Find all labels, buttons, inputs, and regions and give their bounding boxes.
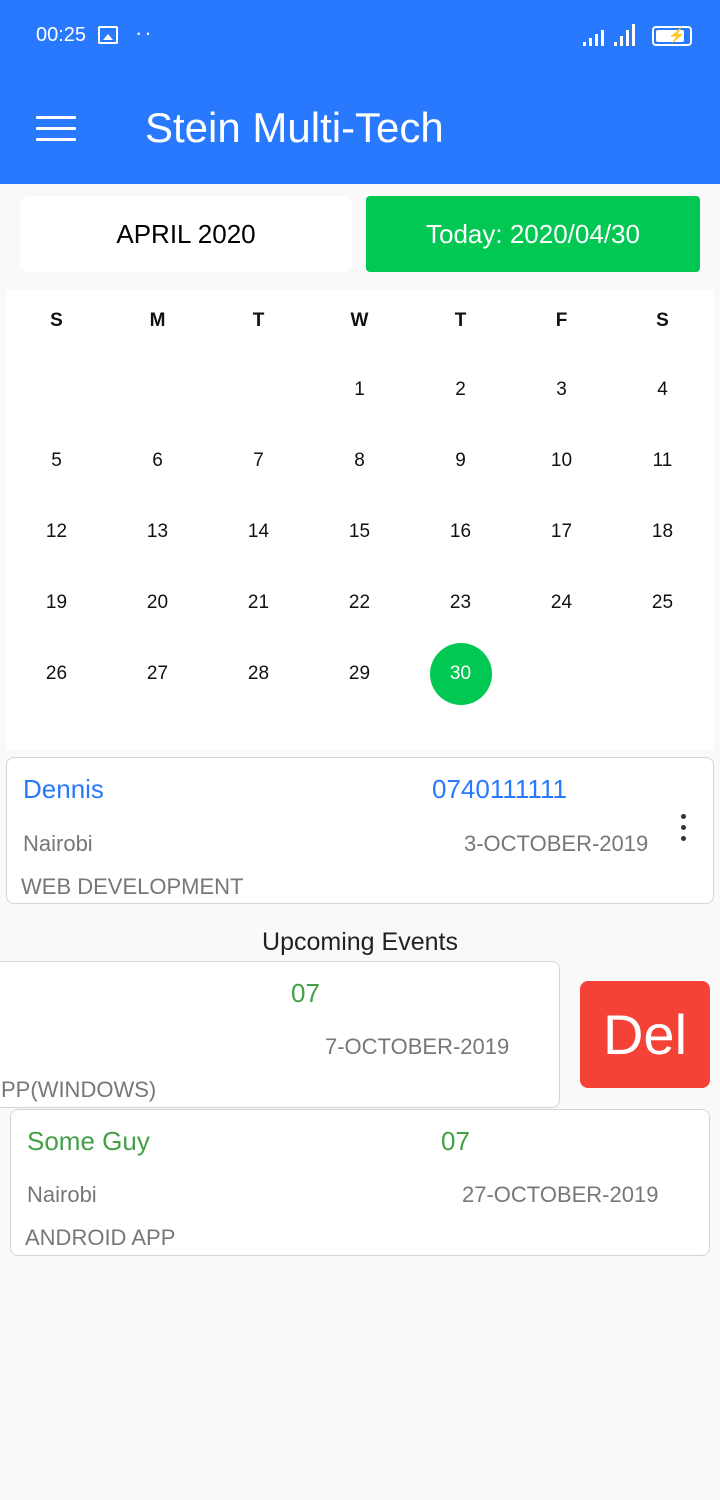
- client-location: Nairobi: [23, 831, 93, 856]
- event-location: Nairobi: [27, 1182, 97, 1207]
- client-name: Dennis: [23, 774, 104, 804]
- calendar-day[interactable]: 8: [329, 430, 391, 492]
- calendar-day[interactable]: 5: [26, 430, 88, 492]
- calendar-day[interactable]: 28: [228, 643, 290, 705]
- calendar-day[interactable]: 27: [127, 643, 189, 705]
- calendar-day[interactable]: 11: [632, 430, 694, 492]
- hamburger-menu-icon[interactable]: [36, 116, 76, 144]
- weekday-header: W: [350, 310, 369, 331]
- client-phone: 0740111111: [432, 774, 567, 804]
- calendar-day[interactable]: 18: [632, 501, 694, 563]
- calendar-day[interactable]: 20: [127, 572, 189, 634]
- calendar-day[interactable]: 25: [632, 572, 694, 634]
- weekday-header: S: [656, 310, 669, 331]
- calendar-day[interactable]: 15: [329, 501, 391, 563]
- battery-icon: ⚡: [652, 26, 692, 46]
- signal-2-icon: [614, 24, 635, 46]
- calendar-day[interactable]: 23: [430, 572, 492, 634]
- calendar-day[interactable]: 13: [127, 501, 189, 563]
- event-card[interactable]: 07 7-OCTOBER-2019 PP(WINDOWS): [0, 961, 560, 1108]
- weekday-header: S: [50, 310, 63, 331]
- event-card[interactable]: Some Guy 07 Nairobi 27-OCTOBER-2019 ANDR…: [10, 1109, 710, 1256]
- calendar-day[interactable]: 2: [430, 359, 492, 421]
- calendar-day[interactable]: 7: [228, 430, 290, 492]
- event-phone: 07: [441, 1126, 470, 1156]
- calendar-day[interactable]: 26: [26, 643, 88, 705]
- calendar-day[interactable]: 9: [430, 430, 492, 492]
- calendar-day[interactable]: 3: [531, 359, 593, 421]
- client-service: WEB DEVELOPMENT: [21, 874, 244, 899]
- more-notifications-icon: ··: [135, 20, 154, 45]
- event-date: 7-OCTOBER-2019: [325, 1034, 510, 1059]
- more-options-icon[interactable]: [678, 814, 688, 848]
- gallery-notification-icon: [98, 26, 118, 44]
- upcoming-events-title: Upcoming Events: [262, 928, 458, 956]
- calendar-day[interactable]: 4: [632, 359, 694, 421]
- calendar-day[interactable]: 29: [329, 643, 391, 705]
- client-card[interactable]: Dennis 0740111111 Nairobi 3-OCTOBER-2019…: [6, 757, 714, 904]
- signal-icon: [583, 30, 604, 46]
- calendar-day[interactable]: 16: [430, 501, 492, 563]
- today-button[interactable]: Today: 2020/04/30: [366, 196, 700, 272]
- calendar-day[interactable]: 19: [26, 572, 88, 634]
- event-service: PP(WINDOWS): [1, 1077, 157, 1102]
- calendar-day[interactable]: 6: [127, 430, 189, 492]
- weekday-header: F: [555, 310, 568, 331]
- weekday-header: T: [252, 310, 265, 331]
- weekday-header: T: [454, 310, 467, 331]
- event-name: Some Guy: [27, 1126, 150, 1156]
- calendar-grid: S M T W T F S 1 2 3 4 5 6 7 8 9 10 11 12 13 14 15 16 17 18 19 20 21…: [6, 290, 714, 750]
- app-title: Stein Multi-Tech: [145, 104, 444, 151]
- calendar-day[interactable]: 21: [228, 572, 290, 634]
- status-time: 00:25: [36, 24, 87, 46]
- event-phone: 07: [291, 978, 320, 1008]
- event-date: 27-OCTOBER-2019: [462, 1182, 659, 1207]
- weekday-header: M: [149, 310, 166, 331]
- calendar-day[interactable]: 17: [531, 501, 593, 563]
- month-label: APRIL 2020: [20, 196, 352, 272]
- calendar-day[interactable]: 12: [26, 501, 88, 563]
- calendar-day[interactable]: 14: [228, 501, 290, 563]
- delete-button[interactable]: Del: [580, 981, 710, 1088]
- event-service: ANDROID APP: [25, 1225, 176, 1250]
- calendar-day-selected[interactable]: 30: [429, 643, 492, 705]
- client-date: 3-OCTOBER-2019: [464, 831, 649, 856]
- calendar-day[interactable]: 22: [329, 572, 391, 634]
- calendar-day[interactable]: 1: [329, 359, 391, 421]
- app-bar: 00:25 ·· ⚡ Stein Multi-Tech: [0, 0, 720, 184]
- calendar-day[interactable]: 10: [531, 430, 593, 492]
- calendar-day[interactable]: 24: [531, 572, 593, 634]
